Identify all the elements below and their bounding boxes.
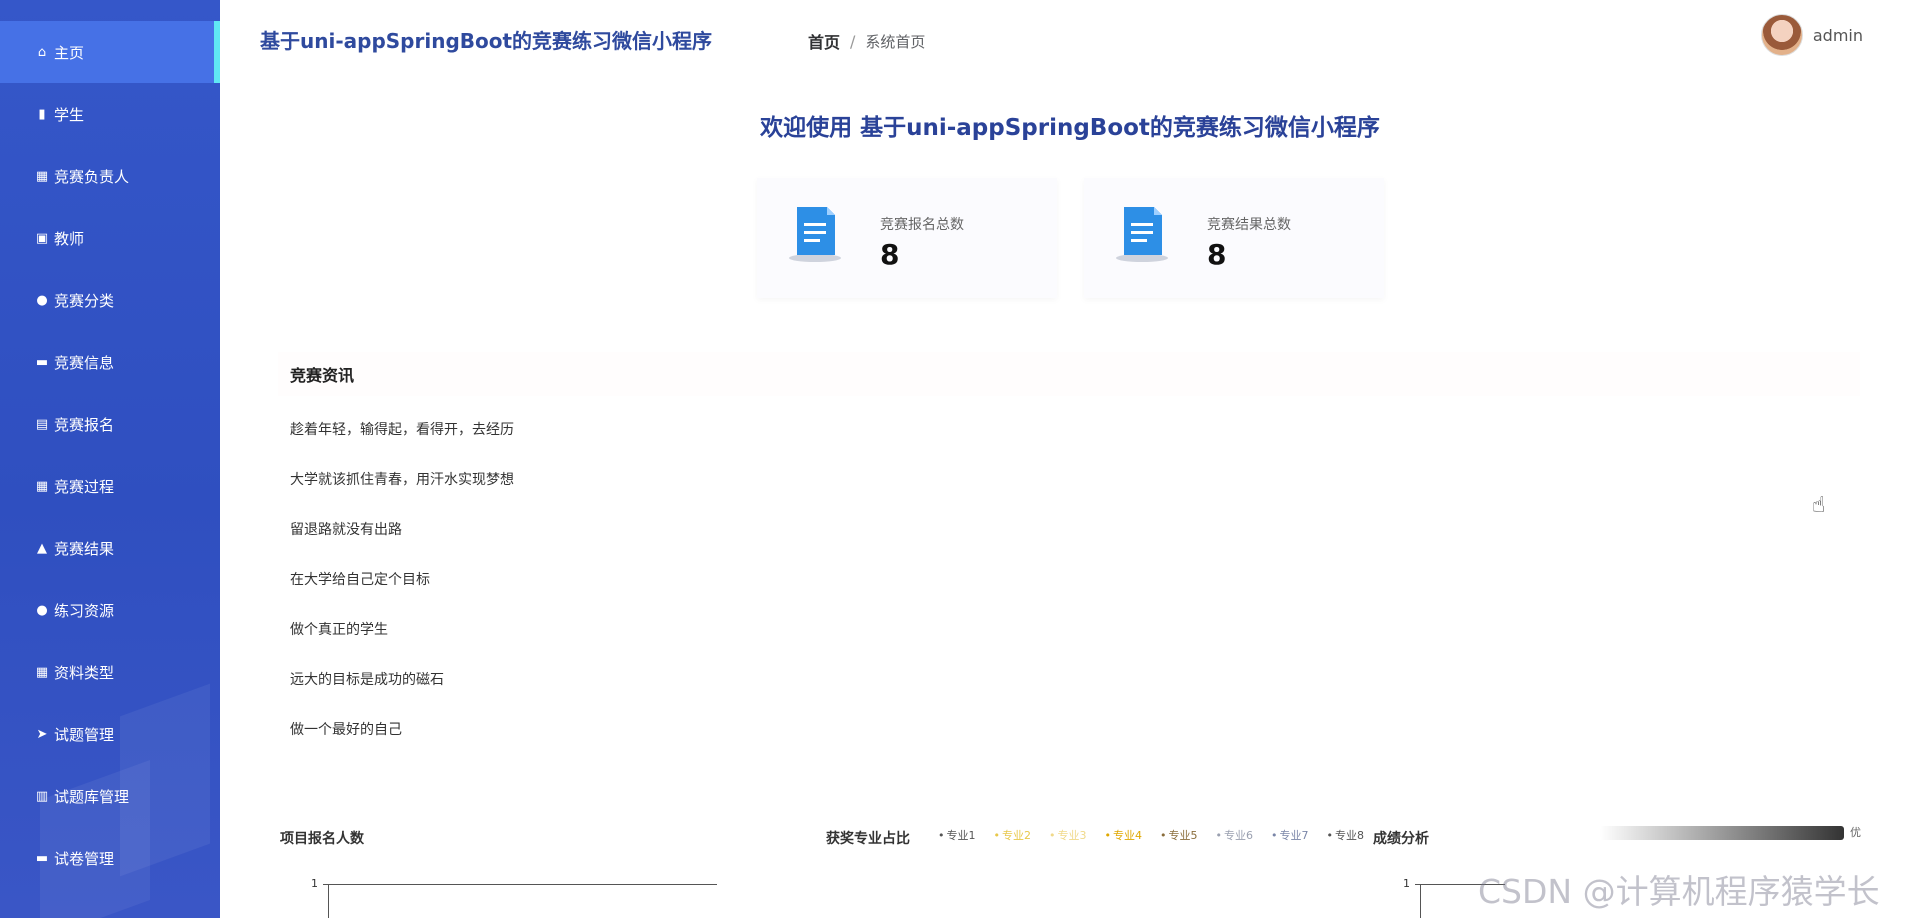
sidebar-item-label: 教师 [54,229,85,248]
stat-value: 8 [880,238,900,271]
news-item[interactable]: 做一个最好的自己 [290,720,514,770]
stat-label: 竞赛报名总数 [880,217,964,233]
sidebar-item-6[interactable]: ▤ 竞赛报名 [0,393,220,455]
news-item[interactable]: 趁着年轻，输得起，看得开，去经历 [290,420,514,470]
sidebar-item-7[interactable]: ▦ 竞赛过程 [0,455,220,517]
document-icon [789,207,841,262]
visual-map-label: 优 [1850,826,1861,839]
chart-axis-line [323,884,717,885]
news-title: 竞赛资讯 [278,352,1860,396]
sidebar-item-8[interactable]: ▲ 竞赛结果 [0,517,220,579]
sidebar-item-label: 学生 [54,105,85,124]
sidebar-item-10[interactable]: ▦ 资料类型 [0,641,220,703]
bar-chart-icon: ▮ [38,106,46,122]
y-axis-tick: 1 [1403,877,1410,890]
sidebar-item-label: 竞赛报名 [54,415,115,434]
sidebar-item-13[interactable]: ▬ 试卷管理 [0,827,220,889]
user-icon: ● [36,602,48,618]
visual-map-gradient[interactable] [1600,826,1844,840]
sidebar-item-1[interactable]: ▮ 学生 [0,83,220,145]
document-icon [1116,207,1168,262]
sidebar-item-11[interactable]: ➤ 试题管理 [0,703,220,765]
breadcrumb: 首页 / 系统首页 [808,29,925,53]
briefcase-icon: ▬ [35,354,49,370]
sidebar-menu: ⌂ 主页 ▮ 学生 ▦ 竞赛负责人 ▣ 教师 ● 竞赛分类 ▬ 竞赛信息 ▤ 竞赛报名 ▦ 竞赛过程 ▲ 竞赛结果… [0,21,220,889]
thumbs-up-icon: ▲ [37,540,47,556]
home-icon: ⌂ [37,44,47,60]
apps-icon: ▦ [35,664,49,680]
stat-label: 竞赛结果总数 [1207,217,1291,233]
clipboard-icon: ▤ [35,416,49,432]
news-item[interactable]: 做个真正的学生 [290,620,514,670]
sidebar-item-0[interactable]: ⌂ 主页 [0,21,220,83]
welcome-heading: 欢迎使用 基于uni-appSpringBoot的竞赛练习微信小程序 [760,115,1380,141]
legend-item[interactable]: 专业1 [938,827,976,843]
sidebar-item-label: 练习资源 [54,601,115,620]
chart-title-majors: 获奖专业占比 [826,831,910,847]
sidebar-item-label: 竞赛结果 [54,539,115,558]
send-icon: ➤ [36,726,48,742]
sidebar-item-label: 竞赛负责人 [54,167,130,186]
stat-card-results: 竞赛结果总数 8 [1084,178,1384,298]
building-icon: ▥ [35,788,49,804]
username[interactable]: admin [1813,26,1863,45]
y-axis-tick: 1 [311,877,318,890]
sidebar-item-2[interactable]: ▦ 竞赛负责人 [0,145,220,207]
legend-item[interactable]: 专业4 [1105,827,1142,843]
id-card-icon: ▣ [35,230,49,246]
chart-axis-line [1420,884,1421,918]
chart-legend: 专业1 专业2 专业3 专业4 专业5 专业6 专业7 专业8 [938,827,1365,843]
sidebar-item-4[interactable]: ● 竞赛分类 [0,269,220,331]
sidebar-item-label: 竞赛过程 [54,477,115,496]
news-item[interactable]: 远大的目标是成功的磁石 [290,670,514,720]
legend-item[interactable]: 专业7 [1271,827,1309,843]
app-title: 基于uni-appSpringBoot的竞赛练习微信小程序 [260,29,713,53]
lightbulb-icon: ● [36,292,48,308]
news-item[interactable]: 留退路就没有出路 [290,520,514,570]
stat-card-signups: 竞赛报名总数 8 [757,178,1057,298]
breadcrumb-separator: / [850,31,856,51]
sidebar-item-label: 竞赛分类 [54,291,115,310]
legend-item[interactable]: 专业3 [1049,827,1087,843]
apps-icon: ▦ [35,478,49,494]
sidebar-item-5[interactable]: ▬ 竞赛信息 [0,331,220,393]
avatar[interactable] [1760,14,1803,56]
sidebar-item-label: 主页 [54,43,85,62]
legend-item[interactable]: 专业2 [994,827,1031,843]
breadcrumb-home[interactable]: 首页 [808,29,840,53]
sidebar: ⌂ 主页 ▮ 学生 ▦ 竞赛负责人 ▣ 教师 ● 竞赛分类 ▬ 竞赛信息 ▤ 竞赛报名 ▦ 竞赛过程 ▲ 竞赛结果… [0,0,220,918]
top-header: 基于uni-appSpringBoot的竞赛练习微信小程序 首页 / 系统首页 … [220,0,1920,74]
pointer-cursor-icon: ☝ [1812,493,1826,518]
sidebar-item-label: 试题管理 [54,725,115,744]
sidebar-item-label: 资料类型 [54,663,115,682]
sidebar-item-label: 试题库管理 [54,787,130,806]
legend-item[interactable]: 专业5 [1160,827,1198,843]
breadcrumb-current: 系统首页 [865,32,926,51]
sidebar-item-label: 竞赛信息 [54,353,115,372]
sidebar-item-9[interactable]: ● 练习资源 [0,579,220,641]
news-item[interactable]: 在大学给自己定个目标 [290,570,514,620]
sidebar-item-3[interactable]: ▣ 教师 [0,207,220,269]
news-item[interactable]: 大学就该抓住青春，用汗水实现梦想 [290,470,514,520]
news-list: 趁着年轻，输得起，看得开，去经历 大学就该抓住青春，用汗水实现梦想 留退路就没有出路… [290,420,514,770]
legend-item[interactable]: 专业6 [1216,827,1253,843]
grid-icon: ▦ [35,168,49,184]
chart-title-scores: 成绩分析 [1373,831,1429,847]
stat-value: 8 [1207,238,1227,271]
sidebar-item-12[interactable]: ▥ 试题库管理 [0,765,220,827]
watermark: CSDN @计算机程序猿学长 [1478,872,1880,911]
folder-icon: ▬ [35,850,49,866]
user-menu[interactable]: admin [1760,14,1863,56]
sidebar-item-label: 试卷管理 [54,849,115,868]
chart-title-signups: 项目报名人数 [280,831,364,847]
chart-axis-line [328,884,329,918]
legend-item[interactable]: 专业8 [1327,827,1364,843]
